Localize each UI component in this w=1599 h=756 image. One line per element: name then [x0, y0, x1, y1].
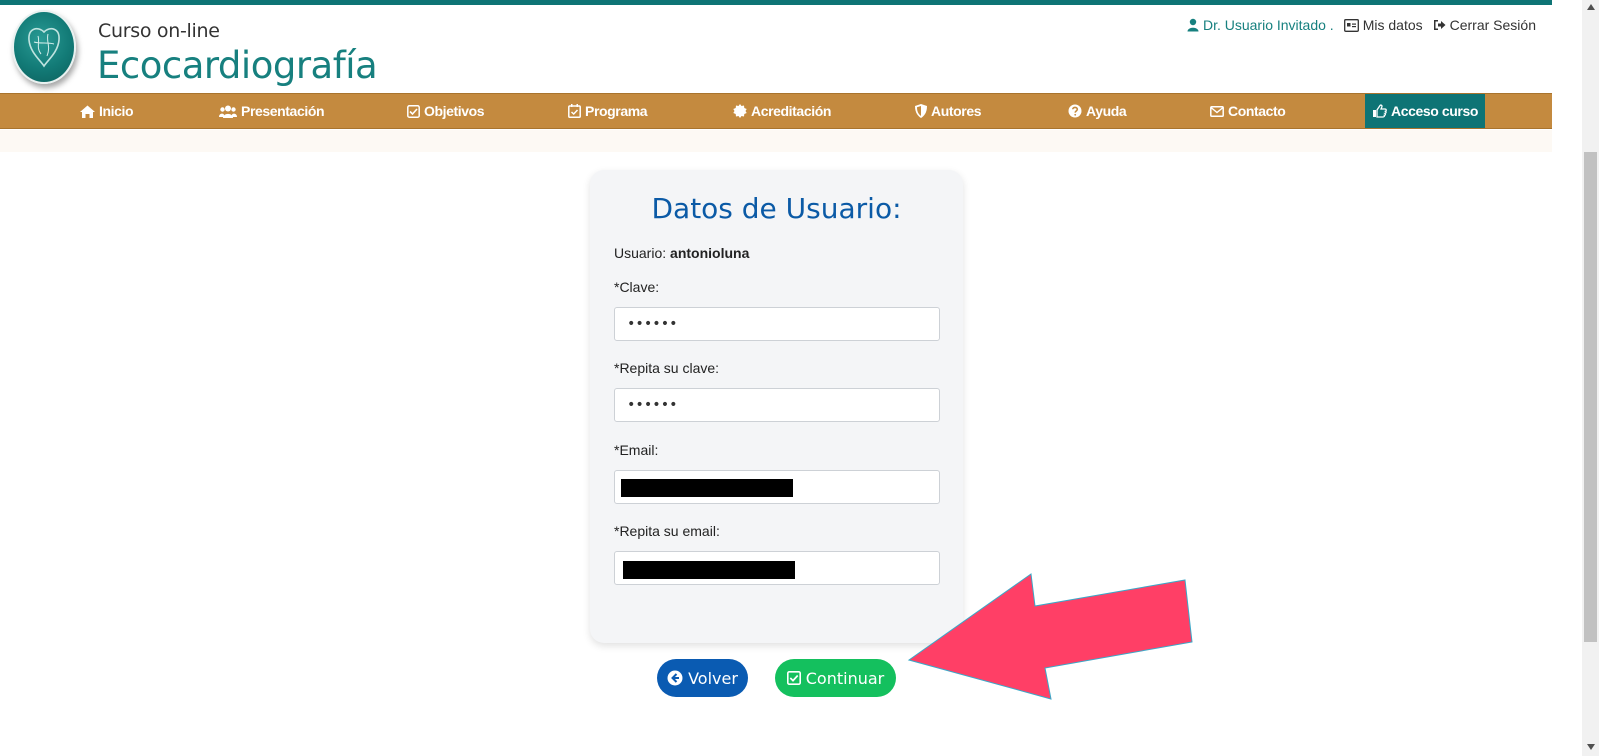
nav-item-autores[interactable]: Autores — [915, 94, 982, 128]
nav-label-programa: Programa — [585, 103, 648, 119]
check-square-icon — [786, 671, 801, 685]
page-scrollbar[interactable] — [1582, 0, 1599, 756]
redacted-email — [621, 479, 793, 497]
repita-clave-field[interactable] — [614, 388, 940, 422]
nav-label-acreditacion: Acreditación — [751, 103, 831, 119]
nav-item-programa[interactable]: Programa — [568, 94, 648, 128]
repita-clave-label: *Repita su clave: — [614, 360, 720, 376]
volver-label: Volver — [688, 668, 738, 688]
mis-datos-link[interactable]: Mis datos — [1343, 17, 1423, 33]
hand-pointer-icon — [1373, 104, 1387, 118]
top-accent-line — [0, 0, 1552, 5]
home-icon — [80, 105, 95, 118]
nav-item-objetivos[interactable]: Objetivos — [407, 94, 485, 128]
nav-item-contacto[interactable]: Contacto — [1210, 94, 1286, 128]
mis-datos-label: Mis datos — [1362, 17, 1423, 33]
continuar-button[interactable]: Continuar — [775, 659, 896, 697]
cerrar-sesion-link[interactable]: Cerrar Sesión — [1433, 17, 1536, 33]
main-navbar: Inicio Presentación Objetivos Programa A… — [0, 93, 1552, 129]
user-name-link[interactable]: Dr. Usuario Invitado . — [1187, 17, 1334, 33]
nav-item-presentacion[interactable]: Presentación — [219, 94, 325, 128]
check-square-icon — [407, 104, 420, 118]
email-label: *Email: — [614, 442, 659, 458]
scroll-thumb[interactable] — [1584, 152, 1597, 642]
user-icon — [1187, 18, 1199, 32]
shield-icon — [915, 104, 927, 118]
usuario-label: Usuario: — [614, 245, 667, 261]
repita-email-label: *Repita su email: — [614, 523, 720, 539]
certificate-icon — [733, 104, 747, 118]
nav-label-inicio: Inicio — [99, 103, 134, 119]
redacted-email-repeat — [623, 561, 795, 579]
nav-item-acreditacion[interactable]: Acreditación — [733, 94, 831, 128]
envelope-icon — [1210, 105, 1224, 117]
user-links: Dr. Usuario Invitado . Mis datos Cerrar … — [1187, 17, 1536, 33]
nav-label-acceso-curso: Acceso curso — [1391, 103, 1479, 119]
nav-label-presentacion: Presentación — [241, 103, 325, 119]
email-field[interactable] — [614, 470, 940, 504]
question-circle-icon — [1068, 104, 1082, 118]
brand-title: Ecocardiografía — [97, 44, 378, 87]
repita-email-field[interactable] — [614, 551, 940, 585]
scroll-down-icon[interactable] — [1587, 744, 1595, 750]
clave-field[interactable] — [614, 307, 940, 341]
nav-item-ayuda[interactable]: Ayuda — [1068, 94, 1127, 128]
nav-label-contacto: Contacto — [1228, 103, 1286, 119]
logo-heart-icon[interactable] — [12, 10, 76, 84]
user-name-label: Dr. Usuario Invitado . — [1202, 17, 1334, 33]
annotation-arrow-icon — [907, 573, 1193, 700]
cerrar-sesion-label: Cerrar Sesión — [1449, 17, 1536, 33]
brand-subtitle: Curso on-line — [98, 20, 220, 42]
calendar-check-icon — [568, 104, 581, 118]
nav-label-autores: Autores — [931, 103, 982, 119]
usuario-value: antonioluna — [670, 245, 750, 261]
nav-label-ayuda: Ayuda — [1086, 103, 1127, 119]
clave-label: *Clave: — [614, 279, 660, 295]
continuar-label: Continuar — [805, 668, 885, 688]
arrow-circle-left-icon — [667, 670, 683, 686]
scroll-up-icon[interactable] — [1587, 4, 1595, 10]
id-card-icon — [1343, 18, 1359, 32]
sub-header-strip — [0, 130, 1552, 152]
nav-item-acceso-curso[interactable]: Acceso curso — [1365, 94, 1486, 128]
sign-out-icon — [1433, 20, 1446, 30]
users-icon — [219, 105, 237, 118]
nav-label-objetivos: Objetivos — [424, 103, 485, 119]
form-title: Datos de Usuario: — [651, 192, 902, 225]
nav-item-inicio[interactable]: Inicio — [80, 94, 134, 128]
volver-button[interactable]: Volver — [657, 659, 748, 697]
usuario-line: Usuario: antonioluna — [614, 245, 749, 261]
